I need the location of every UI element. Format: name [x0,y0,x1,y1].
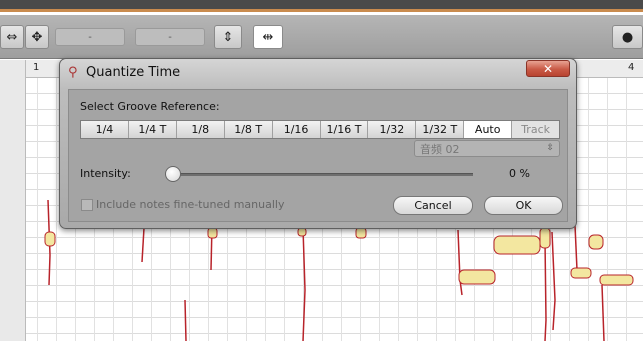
quantize-time-dialog: ⚲ Quantize Time ✕ Select Groove Referenc… [59,58,577,229]
cancel-button[interactable]: Cancel [393,196,473,215]
include-fine-tuned-checkbox[interactable] [81,199,93,211]
quantize-app-icon: ⚲ [68,65,78,80]
intensity-label: Intensity: [80,167,131,180]
track-select-value: 音频 02 [420,142,460,156]
melodyne-editor: ⇔ ✥ - - ⇕ ⇹ ● 1 4 ⚲ Quantize Time ✕ Sele… [0,0,643,341]
groove-option-1-32t[interactable]: 1/32 T [416,121,465,138]
groove-option-track[interactable]: Track [512,121,560,138]
groove-option-1-8[interactable]: 1/8 [176,121,225,138]
groove-option-1-16[interactable]: 1/16 [272,121,321,138]
groove-reference-label: Select Groove Reference: [80,100,220,113]
dialog-body: Select Groove Reference: 1/4 1/4 T 1/8 1… [68,89,568,222]
intensity-slider-track[interactable] [173,173,473,176]
include-fine-tuned-label: Include notes fine-tuned manually [96,198,285,211]
groove-option-1-4t[interactable]: 1/4 T [128,121,177,138]
groove-option-1-8t[interactable]: 1/8 T [224,121,273,138]
groove-option-1-32[interactable]: 1/32 [368,121,417,138]
ok-button[interactable]: OK [484,196,563,215]
intensity-slider-knob[interactable] [165,166,181,182]
dialog-title: Quantize Time [86,65,181,80]
groove-option-1-16t[interactable]: 1/16 T [320,121,369,138]
intensity-value: 0 % [509,167,530,180]
track-select[interactable]: 音频 02 ⇳ [414,140,560,157]
groove-reference-segmented: 1/4 1/4 T 1/8 1/8 T 1/16 1/16 T 1/32 1/3… [80,120,560,139]
close-button[interactable]: ✕ [526,60,570,77]
groove-option-1-4[interactable]: 1/4 [81,121,129,138]
select-arrows-icon: ⇳ [546,143,554,153]
groove-option-auto[interactable]: Auto [464,121,513,138]
